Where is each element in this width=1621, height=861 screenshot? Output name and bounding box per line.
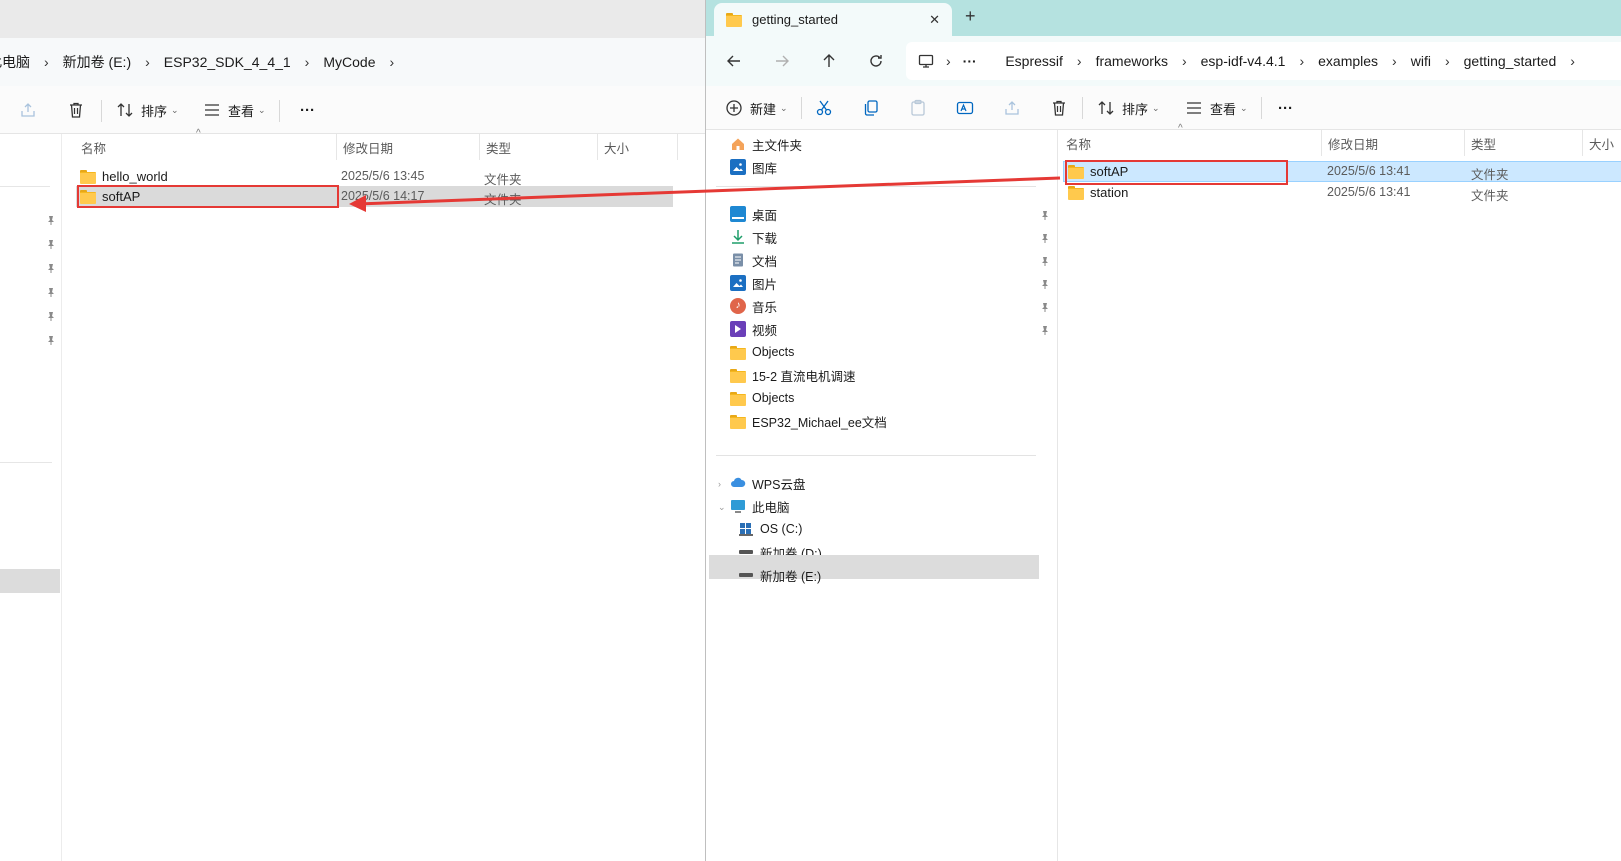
arrow-line [356, 176, 1061, 206]
arrowhead [349, 195, 366, 212]
annotation-arrow [349, 176, 1061, 212]
